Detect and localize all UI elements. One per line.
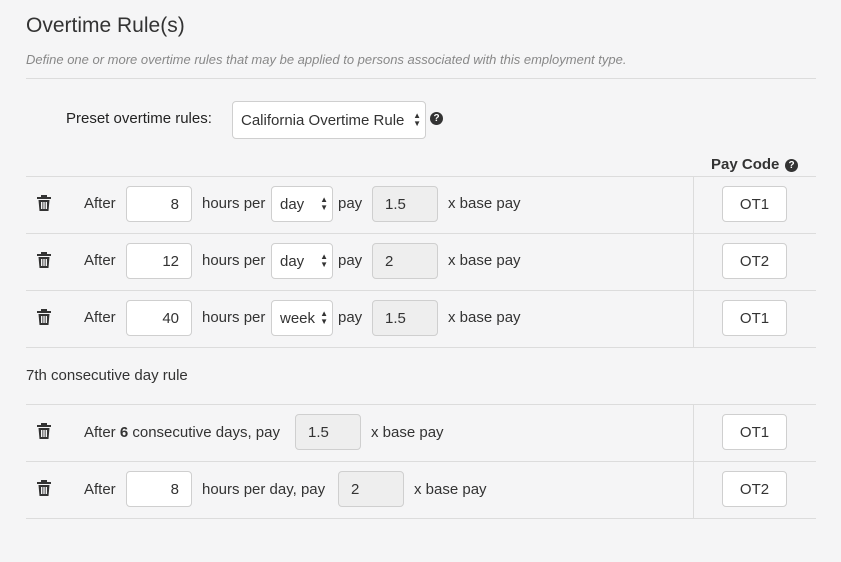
pay-code-input[interactable]: OT1 [722,300,787,336]
pay-label: pay [338,309,363,326]
multiplier-input[interactable]: 1.5 [295,414,361,450]
hours-value: 8 [170,195,179,213]
up-down-arrows-icon: ▲ ▼ [413,111,421,128]
preset-select[interactable]: California Overtime Rule ▲ ▼ [232,101,426,139]
rule-after-label: After [84,309,116,326]
multiplier-value: 1.5 [385,195,406,213]
hours-input[interactable]: 8 [126,186,192,222]
pay-code-input[interactable]: OT1 [722,414,787,450]
up-down-arrows-icon: ▲ ▼ [320,309,328,326]
rule-after-label: After [84,481,116,498]
section-title: Overtime Rule(s) [26,14,185,37]
consecutive-days-count: 6 [119,424,129,441]
hours-per-day-label: hours per day, pay [202,481,326,498]
consecutive-days-suffix: consecutive days, pay [132,424,280,441]
hours-value: 8 [170,480,179,498]
multiplier-input[interactable]: 2 [372,243,438,279]
hours-value: 12 [162,252,179,270]
trash-icon[interactable] [37,195,51,211]
after-label: After [84,424,116,441]
period-select[interactable]: day ▲ ▼ [271,186,333,222]
divider [26,233,816,234]
base-pay-label: x base pay [448,195,521,212]
trash-icon[interactable] [37,252,51,268]
column-divider [693,404,694,519]
pay-code-input[interactable]: OT2 [722,243,787,279]
multiplier-value: 2 [385,252,394,270]
multiplier-value: 2 [351,480,360,498]
pay-label: pay [338,252,363,269]
pay-code-value: OT1 [739,309,770,327]
preset-select-value: California Overtime Rule [241,111,405,129]
pay-code-header: Pay Code [711,156,779,173]
divider [26,518,816,519]
trash-icon[interactable] [37,309,51,325]
hours-input[interactable]: 40 [126,300,192,336]
base-pay-label: x base pay [448,309,521,326]
up-down-arrows-icon: ▲ ▼ [320,195,328,212]
pay-code-input[interactable]: OT2 [722,471,787,507]
divider [26,347,816,348]
period-select-value: day [280,195,305,213]
hours-per-label: hours per [202,195,266,212]
divider [26,78,816,79]
up-down-arrows-icon: ▲ ▼ [320,252,328,269]
multiplier-input[interactable]: 1.5 [372,300,438,336]
consecutive-days-text: After 6 consecutive days, pay [84,424,280,441]
section-description: Define one or more overtime rules that m… [26,52,627,67]
trash-icon[interactable] [37,423,51,439]
divider [26,176,816,177]
period-select-value: day [280,252,305,270]
base-pay-label: x base pay [414,481,487,498]
question-circle-icon[interactable]: ? [785,159,798,172]
pay-code-value: OT1 [739,195,770,213]
pay-code-header-label: Pay Code [711,156,780,173]
hours-per-label: hours per [202,309,266,326]
divider [26,290,816,291]
period-select[interactable]: day ▲ ▼ [271,243,333,279]
pay-label: pay [338,195,363,212]
multiplier-value: 1.5 [308,423,329,441]
rule-after-label: After [84,252,116,269]
hours-per-label: hours per [202,252,266,269]
rule-after-label: After [84,195,116,212]
divider [26,404,816,405]
base-pay-label: x base pay [448,252,521,269]
hours-input[interactable]: 12 [126,243,192,279]
question-circle-icon[interactable]: ? [430,112,443,125]
pay-code-input[interactable]: OT1 [722,186,787,222]
period-select-value: week [280,309,316,327]
period-select[interactable]: week ▲ ▼ [271,300,333,336]
multiplier-input[interactable]: 1.5 [372,186,438,222]
hours-input[interactable]: 8 [126,471,192,507]
base-pay-label: x base pay [371,424,444,441]
pay-code-value: OT2 [739,480,770,498]
column-divider [693,176,694,348]
divider [26,461,816,462]
trash-icon[interactable] [37,480,51,496]
pay-code-value: OT2 [739,252,770,270]
seventh-day-rule-label: 7th consecutive day rule [26,367,188,384]
preset-label: Preset overtime rules: [66,110,212,127]
multiplier-input[interactable]: 2 [338,471,404,507]
multiplier-value: 1.5 [385,309,406,327]
hours-value: 40 [162,309,179,327]
pay-code-value: OT1 [739,423,770,441]
